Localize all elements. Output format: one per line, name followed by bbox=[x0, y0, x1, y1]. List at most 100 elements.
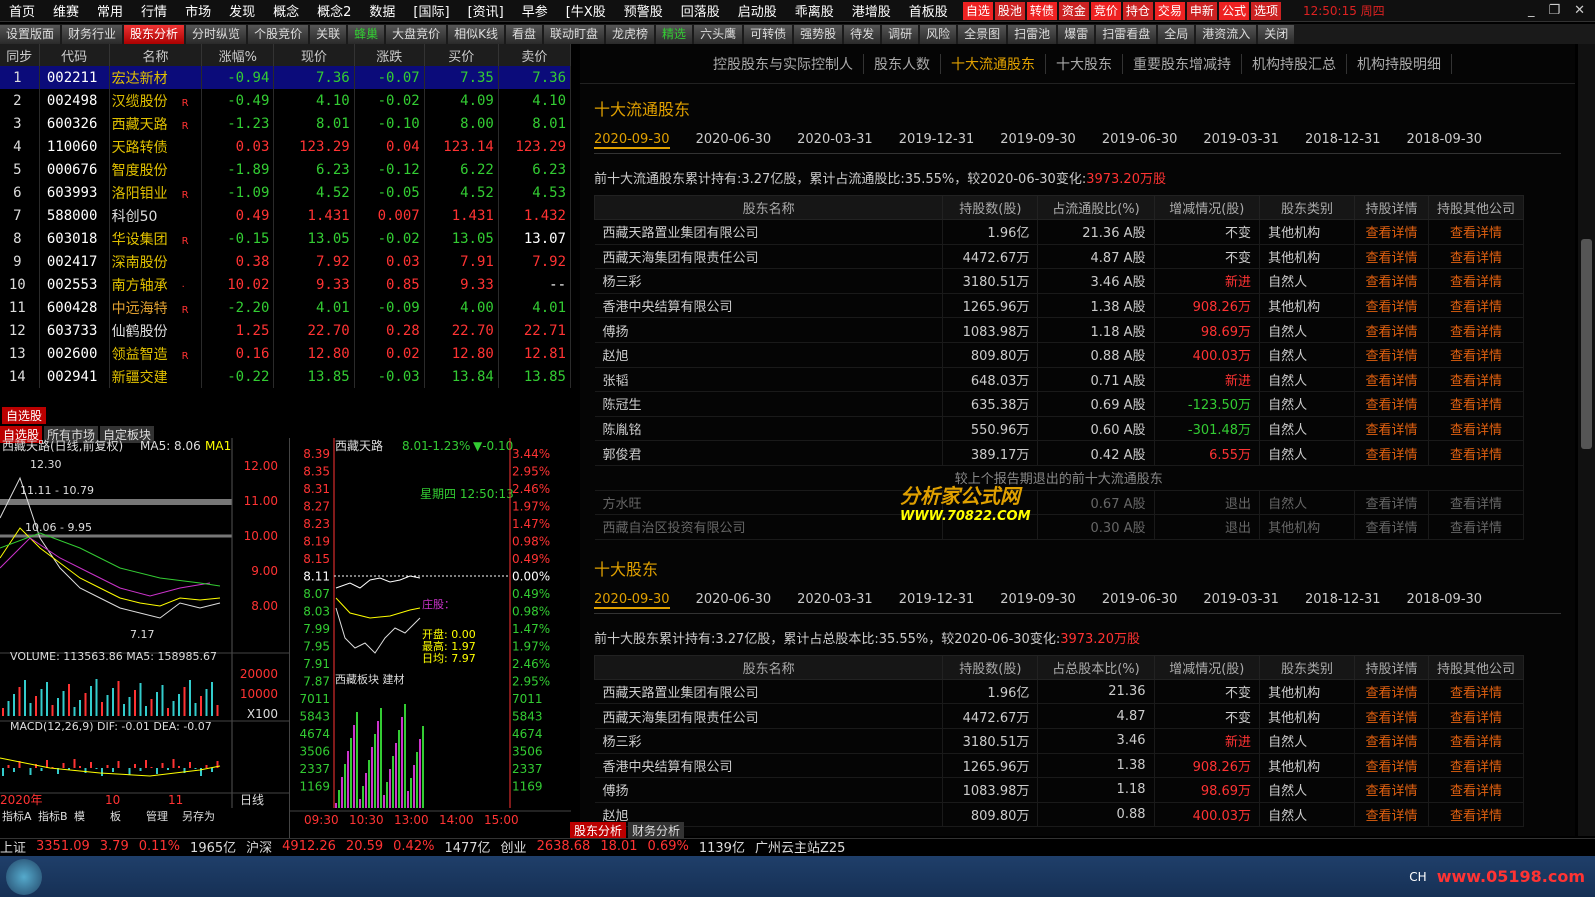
tab-23[interactable]: 全局 bbox=[1158, 24, 1195, 44]
other-link[interactable]: 查看详情 bbox=[1428, 514, 1525, 540]
detail-link[interactable]: 查看详情 bbox=[1354, 219, 1429, 245]
quick-button[interactable]: 公式 bbox=[1218, 1, 1249, 20]
date-tab[interactable]: 2019-06-30 bbox=[1102, 132, 1178, 149]
other-link[interactable]: 查看详情 bbox=[1428, 679, 1525, 705]
tab-24[interactable]: 港资流入 bbox=[1196, 24, 1257, 44]
other-link[interactable]: 查看详情 bbox=[1428, 490, 1525, 516]
other-link[interactable]: 查看详情 bbox=[1428, 802, 1525, 828]
column-header[interactable]: 现价 bbox=[273, 44, 355, 66]
menu-item[interactable]: 行情 bbox=[132, 1, 176, 20]
table-row[interactable]: 11 600428 中远海特 R -2.20 4.01 -0.09 4.00 4.01 bbox=[0, 296, 572, 319]
ime-indicator[interactable]: CH bbox=[1409, 870, 1436, 884]
date-tab[interactable]: 2018-09-30 bbox=[1407, 592, 1483, 609]
column-header[interactable]: 代码 bbox=[39, 44, 110, 66]
kline-chart[interactable]: 西藏天路(日线,前复权) MA5: 8.06 MA1 12.30 11.11 - 10.… bbox=[0, 438, 290, 838]
detail-link[interactable]: 查看详情 bbox=[1354, 244, 1429, 270]
subnav-item[interactable]: 股东人数 bbox=[864, 53, 941, 74]
date-tab[interactable]: 2019-03-31 bbox=[1203, 592, 1279, 609]
date-tab[interactable]: 2019-09-30 bbox=[1000, 592, 1076, 609]
column-header[interactable]: 同步 bbox=[0, 44, 40, 66]
detail-link[interactable]: 查看详情 bbox=[1354, 728, 1429, 754]
tab-10[interactable]: 联动盯盘 bbox=[544, 24, 605, 44]
detail-link[interactable]: 查看详情 bbox=[1354, 802, 1429, 828]
column-header[interactable]: 名称 bbox=[109, 44, 203, 66]
menu-item[interactable]: 回落股 bbox=[672, 1, 729, 20]
menu-item[interactable]: 预警股 bbox=[615, 1, 672, 20]
date-tab[interactable]: 2019-12-31 bbox=[899, 132, 975, 149]
subnav-item[interactable]: 十大流通股东 bbox=[941, 53, 1046, 74]
tab-17[interactable]: 调研 bbox=[882, 24, 919, 44]
tab-15[interactable]: 强势股 bbox=[794, 24, 843, 44]
date-tab[interactable]: 2019-12-31 bbox=[899, 592, 975, 609]
tab-3[interactable]: 分时纵览 bbox=[186, 24, 247, 44]
menu-item[interactable]: 港增股 bbox=[843, 1, 900, 20]
table-row[interactable]: 3 600326 西藏天路 R -1.23 8.01 -0.10 8.00 8.01 bbox=[0, 112, 572, 135]
tab-2[interactable]: 股东分析 bbox=[124, 24, 185, 44]
tab-13[interactable]: 六头鹰 bbox=[694, 24, 743, 44]
detail-link[interactable]: 查看详情 bbox=[1354, 703, 1429, 729]
close-icon[interactable]: ✕ bbox=[1574, 3, 1585, 18]
detail-link[interactable]: 查看详情 bbox=[1354, 293, 1429, 319]
scroll-thumb[interactable] bbox=[1581, 239, 1592, 449]
bottom-tab[interactable]: 股东分析 bbox=[570, 822, 627, 839]
menu-item[interactable]: 首板股 bbox=[900, 1, 957, 20]
tab-22[interactable]: 扫雷看盘 bbox=[1096, 24, 1157, 44]
detail-link[interactable]: 查看详情 bbox=[1354, 342, 1429, 368]
menu-item[interactable]: 首页 bbox=[0, 1, 44, 20]
tab-20[interactable]: 扫雷池 bbox=[1008, 24, 1057, 44]
tab-14[interactable]: 可转债 bbox=[744, 24, 793, 44]
detail-link[interactable]: 查看详情 bbox=[1354, 317, 1429, 343]
quick-button[interactable]: 转债 bbox=[1026, 1, 1057, 20]
start-icon[interactable] bbox=[6, 858, 42, 895]
detail-link[interactable]: 查看详情 bbox=[1354, 753, 1429, 779]
quick-button[interactable]: 竞价 bbox=[1090, 1, 1121, 20]
date-tab[interactable]: 2020-09-30 bbox=[594, 592, 670, 609]
detail-link[interactable]: 查看详情 bbox=[1354, 268, 1429, 294]
menu-item[interactable]: 乖离股 bbox=[786, 1, 843, 20]
tab-12[interactable]: 精选 bbox=[656, 24, 693, 44]
table-row[interactable]: 12 603733 仙鹤股份 1.25 22.70 0.28 22.70 22.71 bbox=[0, 319, 572, 342]
detail-link[interactable]: 查看详情 bbox=[1354, 514, 1429, 540]
menu-item[interactable]: 市场 bbox=[176, 1, 220, 20]
quick-button[interactable]: 交易 bbox=[1154, 1, 1185, 20]
table-row[interactable]: 14 002941 新疆交建 -0.22 13.85 -0.03 13.84 13.85 bbox=[0, 365, 572, 388]
menu-item[interactable]: 发现 bbox=[220, 1, 264, 20]
menu-item[interactable]: 概念2 bbox=[308, 1, 360, 20]
menu-item[interactable]: [国际] bbox=[404, 1, 458, 20]
column-header[interactable]: 涨跌 bbox=[354, 44, 425, 66]
tab-25[interactable]: 关闭 bbox=[1258, 24, 1295, 44]
table-row[interactable]: 2 002498 汉缆股份 R -0.49 4.10 -0.02 4.09 4.10 bbox=[0, 89, 572, 112]
detail-link[interactable]: 查看详情 bbox=[1354, 416, 1429, 442]
tab-19[interactable]: 全景图 bbox=[958, 24, 1007, 44]
table-row[interactable]: 6 603993 洛阳钼业 R -1.09 4.52 -0.05 4.52 4.53 bbox=[0, 181, 572, 204]
menu-item[interactable]: 常用 bbox=[88, 1, 132, 20]
detail-link[interactable]: 查看详情 bbox=[1354, 440, 1429, 466]
date-tab[interactable]: 2020-06-30 bbox=[696, 592, 772, 609]
quick-button[interactable]: 资金 bbox=[1058, 1, 1089, 20]
tab-16[interactable]: 待发 bbox=[844, 24, 881, 44]
menu-item[interactable]: [资讯] bbox=[459, 1, 513, 20]
other-link[interactable]: 查看详情 bbox=[1428, 342, 1525, 368]
date-tab[interactable]: 2020-03-31 bbox=[797, 592, 873, 609]
detail-link[interactable]: 查看详情 bbox=[1354, 490, 1429, 516]
other-link[interactable]: 查看详情 bbox=[1428, 219, 1525, 245]
other-link[interactable]: 查看详情 bbox=[1428, 703, 1525, 729]
menu-item[interactable]: 维赛 bbox=[44, 1, 88, 20]
other-link[interactable]: 查看详情 bbox=[1428, 440, 1525, 466]
date-tab[interactable]: 2019-09-30 bbox=[1000, 132, 1076, 149]
timeshare-chart[interactable]: 西藏天路 8.01 -1.23% ▼-0.10 星期四 12:50:13 8.39 8.35… bbox=[290, 438, 571, 838]
minimize-icon[interactable]: _ bbox=[1528, 3, 1535, 18]
scrollbar[interactable] bbox=[1578, 44, 1595, 836]
tab-18[interactable]: 风险 bbox=[920, 24, 957, 44]
date-tab[interactable]: 2019-06-30 bbox=[1102, 592, 1178, 609]
menu-item[interactable]: [牛X股 bbox=[557, 1, 615, 20]
tab-7[interactable]: 大盘竞价 bbox=[386, 24, 447, 44]
subnav-item[interactable]: 控股股东与实际控制人 bbox=[703, 53, 864, 74]
other-link[interactable]: 查看详情 bbox=[1428, 317, 1525, 343]
column-header[interactable]: 涨幅% bbox=[201, 44, 275, 66]
date-tab[interactable]: 2019-03-31 bbox=[1203, 132, 1279, 149]
subnav-item[interactable]: 重要股东增减持 bbox=[1123, 53, 1242, 74]
column-header[interactable]: 买价 bbox=[424, 44, 499, 66]
tab-0[interactable]: 设置版面 bbox=[0, 24, 61, 44]
menu-item[interactable]: 数据 bbox=[360, 1, 404, 20]
